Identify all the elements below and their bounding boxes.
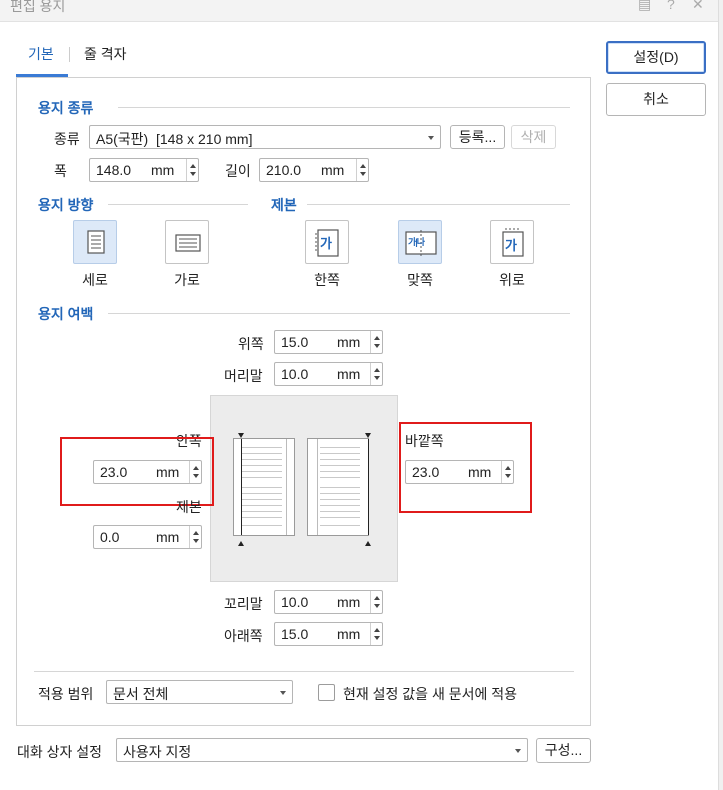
chevron-down-icon: [280, 691, 286, 695]
spinner-arrows-icon[interactable]: [356, 159, 368, 181]
delete-button[interactable]: 삭제: [511, 125, 556, 149]
paper-type-divider: [118, 107, 570, 108]
gutter-unit: mm: [156, 529, 180, 545]
paper-type-section-title: 용지 종류: [38, 100, 94, 116]
tab-line-grid[interactable]: 줄 격자: [84, 44, 127, 64]
footer-margin-label: 꼬리말: [224, 596, 263, 612]
facing-binding-button[interactable]: 가|나: [398, 220, 442, 264]
portrait-button[interactable]: [73, 220, 117, 264]
length-spinner[interactable]: 210.0 mm: [259, 158, 369, 182]
width-spinner[interactable]: 148.0 mm: [89, 158, 199, 182]
kind-label: 종류: [54, 131, 80, 147]
cancel-button[interactable]: 취소: [606, 83, 706, 116]
length-unit: mm: [321, 162, 345, 178]
spinner-arrows-icon[interactable]: [370, 591, 382, 613]
gutter-spinner[interactable]: 0.0 mm: [93, 525, 202, 549]
header-margin-unit: mm: [337, 366, 361, 382]
width-value: 148.0: [96, 162, 132, 178]
top-margin-value: 15.0: [281, 334, 309, 350]
length-label: 길이: [225, 163, 251, 179]
apply-new-doc-checkbox[interactable]: [318, 684, 335, 701]
orientation-divider: [108, 204, 248, 205]
spinner-arrows-icon[interactable]: [370, 623, 382, 645]
outer-margin-highlight: [399, 422, 532, 513]
register-button[interactable]: 등록...: [450, 125, 505, 149]
width-unit: mm: [151, 162, 175, 178]
tab-basic[interactable]: 기본: [28, 44, 54, 64]
apply-range-select[interactable]: 문서 전체: [106, 680, 293, 704]
paper-kind-select[interactable]: A5(국판) [148 x 210 mm]: [89, 125, 441, 149]
top-margin-label: 위쪽: [238, 336, 264, 352]
footer-margin-unit: mm: [337, 594, 361, 610]
paper-kind-value: A5(국판) [148 x 210 mm]: [96, 131, 253, 147]
width-label: 폭: [54, 163, 67, 179]
single-binding-label: 한쪽: [314, 272, 340, 288]
binding-glyph: 가: [505, 238, 517, 253]
top-margin-spinner[interactable]: 15.0 mm: [274, 330, 383, 354]
landscape-button[interactable]: [165, 220, 209, 264]
top-margin-unit: mm: [337, 334, 361, 350]
apply-divider: [34, 671, 574, 672]
help-icon[interactable]: ?: [667, 0, 675, 12]
ok-button[interactable]: 설정(D): [606, 41, 706, 74]
apply-new-doc-label: 현재 설정 값을 새 문서에 적용: [343, 686, 518, 702]
binding-glyph: 가: [320, 236, 332, 251]
binding-glyph: 가|나: [408, 237, 425, 247]
configure-button[interactable]: 구성...: [536, 738, 591, 763]
header-margin-value: 10.0: [281, 366, 309, 382]
binding-markers-icon: [238, 433, 371, 546]
top-binding-label: 위로: [499, 272, 525, 288]
close-icon[interactable]: ✕: [692, 0, 704, 13]
apply-range-value: 문서 전체: [113, 686, 169, 702]
bottom-margin-spinner[interactable]: 15.0 mm: [274, 622, 383, 646]
gutter-value: 0.0: [100, 529, 120, 545]
portrait-label: 세로: [82, 272, 108, 288]
footer-margin-spinner[interactable]: 10.0 mm: [274, 590, 383, 614]
bottom-margin-label: 아래쪽: [224, 628, 263, 644]
spinner-arrows-icon[interactable]: [370, 331, 382, 353]
chevron-down-icon: [428, 136, 434, 140]
inner-margin-highlight: [60, 437, 214, 506]
margins-section-title: 용지 여백: [38, 306, 94, 322]
margins-divider: [108, 313, 570, 314]
chevron-down-icon: [515, 749, 521, 753]
binding-divider: [307, 204, 570, 205]
footer-margin-value: 10.0: [281, 594, 309, 610]
bottom-margin-unit: mm: [337, 626, 361, 642]
dialog-settings-select[interactable]: 사용자 지정: [116, 738, 528, 762]
length-value: 210.0: [266, 162, 302, 178]
window-edge: [718, 0, 723, 790]
top-binding-button[interactable]: 가: [490, 220, 534, 264]
apply-range-label: 적용 범위: [38, 686, 94, 702]
window-title: 편집 용지: [10, 0, 66, 14]
spinner-arrows-icon[interactable]: [189, 526, 201, 548]
spinner-arrows-icon[interactable]: [186, 159, 198, 181]
bottom-margin-value: 15.0: [281, 626, 309, 642]
orientation-section-title: 용지 방향: [38, 197, 94, 213]
gutter-label: 제본: [176, 499, 202, 515]
dialog-settings-label: 대화 상자 설정: [17, 744, 103, 760]
landscape-page-icon: [175, 234, 201, 252]
landscape-label: 가로: [174, 272, 200, 288]
spinner-arrows-icon[interactable]: [370, 363, 382, 385]
tab-separator: [69, 47, 70, 62]
facing-binding-label: 맞쪽: [407, 272, 433, 288]
header-margin-spinner[interactable]: 10.0 mm: [274, 362, 383, 386]
header-margin-label: 머리말: [224, 368, 263, 384]
memo-icon[interactable]: ▤: [638, 0, 651, 13]
margin-preview: [210, 395, 398, 582]
portrait-page-icon: [87, 230, 105, 254]
dialog-settings-value: 사용자 지정: [123, 744, 192, 760]
title-bar: 편집 용지 ▤ ? ✕: [0, 0, 723, 22]
single-binding-button[interactable]: 가: [305, 220, 349, 264]
binding-section-title: 제본: [271, 197, 297, 213]
